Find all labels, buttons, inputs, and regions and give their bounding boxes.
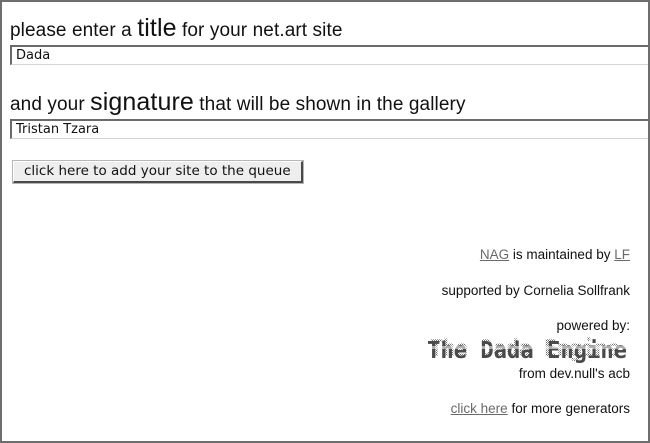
dada-engine-logo: The Dada Engine The Dada Engine: [426, 336, 632, 364]
signature-prompt: and your signature that will be shown in…: [10, 88, 466, 117]
powered-text: powered by:: [556, 318, 630, 333]
supported-text: supported by Cornelia Sollfrank: [441, 283, 630, 298]
maintained-line: NAG is maintained by LF: [480, 247, 630, 262]
signature-prompt-keyword: signature: [90, 88, 194, 116]
lf-link[interactable]: LF: [614, 247, 630, 262]
nag-link[interactable]: NAG: [480, 247, 509, 262]
more-generators-line: click here for more generators: [451, 401, 630, 416]
title-prompt-before: please enter a: [10, 20, 132, 41]
add-site-button[interactable]: click here to add your site to the queue: [12, 160, 304, 184]
title-input[interactable]: Dada: [10, 45, 648, 65]
title-prompt-keyword: title: [137, 14, 177, 42]
logo-text: The Dada Engine: [427, 338, 627, 364]
signature-input[interactable]: Tristan Tzara: [10, 119, 648, 139]
signature-prompt-before: and your: [10, 94, 85, 115]
signature-prompt-after: that will be shown in the gallery: [199, 94, 466, 115]
page-frame: please enter a title for your net.art si…: [0, 0, 650, 443]
more-generators-text: for more generators: [511, 401, 630, 416]
maintained-text: is maintained by: [512, 247, 611, 262]
click-here-link[interactable]: click here: [451, 401, 508, 416]
title-prompt-after: for your net.art site: [182, 20, 343, 41]
logo-scanline: [426, 346, 632, 349]
title-prompt: please enter a title for your net.art si…: [10, 14, 343, 43]
from-text: from dev.null's acb: [518, 366, 630, 381]
